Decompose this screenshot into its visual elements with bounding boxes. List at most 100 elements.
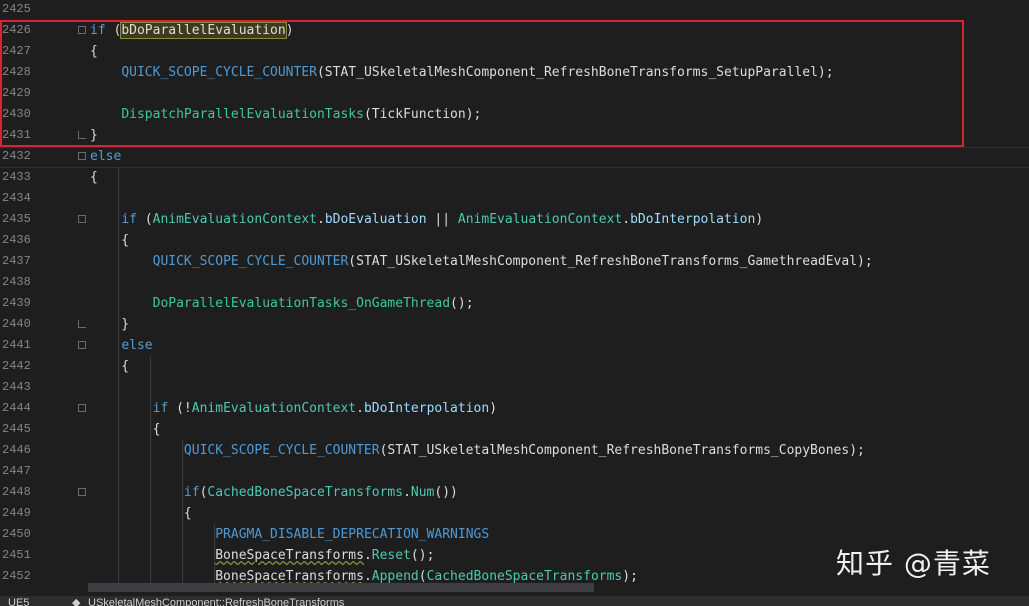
- code-token: ||: [426, 212, 458, 227]
- code-token: else: [121, 338, 153, 353]
- code-line[interactable]: 2439 DoParallelEvaluationTasks_OnGameThr…: [0, 293, 1029, 314]
- code-token: .: [363, 548, 372, 563]
- code-line[interactable]: 2434: [0, 188, 1029, 209]
- code-line[interactable]: 2433 {: [0, 167, 1029, 188]
- horizontal-scrollbar[interactable]: [88, 583, 594, 592]
- code-token: if: [183, 485, 200, 500]
- code-token: bDoInterpolation: [363, 401, 490, 416]
- code-text[interactable]: {: [90, 41, 98, 62]
- code-line[interactable]: 2429: [0, 83, 1029, 104]
- fold-toggle-icon[interactable]: [78, 215, 86, 223]
- code-token: QUICK_SCOPE_CYCLE_COUNTER: [121, 65, 317, 80]
- fold-end-marker: [78, 320, 86, 328]
- code-token: if: [121, 212, 145, 227]
- fold-toggle-icon[interactable]: [78, 152, 86, 160]
- code-line[interactable]: 2431}: [0, 125, 1029, 146]
- line-number: 2447: [2, 464, 31, 478]
- fold-toggle-icon[interactable]: [78, 341, 86, 349]
- code-text[interactable]: {: [90, 419, 161, 440]
- code-text[interactable]: DoParallelEvaluationTasks_OnGameThread()…: [90, 293, 474, 314]
- fold-toggle-icon[interactable]: [78, 488, 86, 496]
- code-text[interactable]: if (!AnimEvaluationContext.bDoInterpolat…: [90, 398, 497, 419]
- code-line[interactable]: 2448 if(CachedBoneSpaceTransforms.Num()): [0, 482, 1029, 503]
- code-text[interactable]: {: [90, 356, 129, 377]
- code-line[interactable]: 2438: [0, 272, 1029, 293]
- line-number: 2441: [2, 338, 31, 352]
- code-line[interactable]: 2437 QUICK_SCOPE_CYCLE_COUNTER(STAT_USke…: [0, 251, 1029, 272]
- fold-toggle-icon[interactable]: [78, 404, 86, 412]
- code-text[interactable]: else: [90, 146, 121, 167]
- class-icon: ◆: [72, 597, 81, 606]
- code-line[interactable]: 2446 QUICK_SCOPE_CYCLE_COUNTER(STAT_USke…: [0, 440, 1029, 461]
- scope-dropdown[interactable]: USkeletalMeshComponent::RefreshBoneTrans…: [88, 596, 344, 606]
- code-token: {: [90, 233, 130, 248]
- line-number: 2452: [2, 569, 31, 583]
- code-token: CachedBoneSpaceTransforms: [426, 569, 623, 584]
- project-dropdown[interactable]: UE5: [8, 596, 29, 606]
- code-text[interactable]: PRAGMA_DISABLE_DEPRECATION_WARNINGS: [90, 524, 489, 545]
- code-text[interactable]: QUICK_SCOPE_CYCLE_COUNTER(STAT_USkeletal…: [90, 62, 833, 83]
- code-token: (: [144, 212, 153, 227]
- code-line[interactable]: 2425: [0, 0, 1029, 20]
- code-token: {: [90, 422, 161, 437]
- code-line[interactable]: 2442 {: [0, 356, 1029, 377]
- code-line[interactable]: 2447: [0, 461, 1029, 482]
- code-text[interactable]: BoneSpaceTransforms.Reset();: [90, 545, 434, 566]
- code-token: Num: [410, 485, 435, 500]
- code-line[interactable]: 2430 DispatchParallelEvaluationTasks(Tic…: [0, 104, 1029, 125]
- code-token: AnimEvaluationContext: [152, 212, 317, 227]
- code-token: (TickFunction);: [363, 107, 482, 122]
- code-token: CachedBoneSpaceTransforms: [207, 485, 404, 500]
- code-token: {: [90, 44, 98, 59]
- code-token: {: [90, 506, 192, 521]
- code-text[interactable]: QUICK_SCOPE_CYCLE_COUNTER(STAT_USkeletal…: [90, 440, 865, 461]
- code-token: ();: [410, 548, 435, 563]
- code-line[interactable]: 2445 {: [0, 419, 1029, 440]
- code-text[interactable]: }: [90, 314, 129, 335]
- code-token: ): [755, 212, 764, 227]
- line-number: 2439: [2, 296, 31, 310]
- code-text[interactable]: {: [90, 230, 129, 251]
- code-token: .: [403, 485, 411, 500]
- line-number: 2433: [2, 170, 31, 184]
- code-text[interactable]: if(CachedBoneSpaceTransforms.Num()): [90, 482, 458, 503]
- code-line[interactable]: 2427 {: [0, 41, 1029, 62]
- code-token: if: [90, 23, 114, 38]
- code-text[interactable]: if (AnimEvaluationContext.bDoEvaluation …: [90, 209, 763, 230]
- code-text[interactable]: {: [90, 503, 192, 524]
- code-token: ): [285, 23, 294, 38]
- code-line[interactable]: 2440 }: [0, 314, 1029, 335]
- navigation-bar[interactable]: UE5 ◆ USkeletalMeshComponent::RefreshBon…: [0, 596, 1029, 606]
- fold-toggle-icon[interactable]: [78, 26, 86, 34]
- code-line[interactable]: 2443: [0, 377, 1029, 398]
- code-text[interactable]: {: [90, 167, 98, 188]
- code-text[interactable]: DispatchParallelEvaluationTasks(TickFunc…: [90, 104, 481, 125]
- code-line[interactable]: 2426 if (bDoParallelEvaluation): [0, 20, 1029, 41]
- code-text[interactable]: QUICK_SCOPE_CYCLE_COUNTER(STAT_USkeletal…: [90, 251, 873, 272]
- code-text[interactable]: if (bDoParallelEvaluation): [90, 20, 294, 41]
- code-line[interactable]: 2441 else: [0, 335, 1029, 356]
- code-editor[interactable]: 2425 2426 if (bDoParallelEvaluation) 2427{2…: [0, 0, 1029, 596]
- code-line[interactable]: 2449 {: [0, 503, 1029, 524]
- code-token: }: [90, 128, 98, 143]
- watermark: 知乎 @青菜: [836, 547, 991, 580]
- line-number: 2431: [2, 128, 31, 142]
- code-text[interactable]: else: [90, 335, 153, 356]
- code-token: {: [90, 170, 98, 185]
- code-line[interactable]: 2432 else: [0, 146, 1029, 167]
- code-token: bDoInterpolation: [630, 212, 756, 227]
- line-number: 2435: [2, 212, 31, 226]
- code-line[interactable]: 2435 if (AnimEvaluationContext.bDoEvalua…: [0, 209, 1029, 230]
- code-text[interactable]: }: [90, 125, 98, 146]
- code-line[interactable]: 2428 QUICK_SCOPE_CYCLE_COUNTER(STAT_USke…: [0, 62, 1029, 83]
- code-token: BoneSpaceTransforms: [215, 569, 364, 584]
- code-line[interactable]: 2444 if (!AnimEvaluationContext.bDoInter…: [0, 398, 1029, 419]
- code-line[interactable]: 2436 {: [0, 230, 1029, 251]
